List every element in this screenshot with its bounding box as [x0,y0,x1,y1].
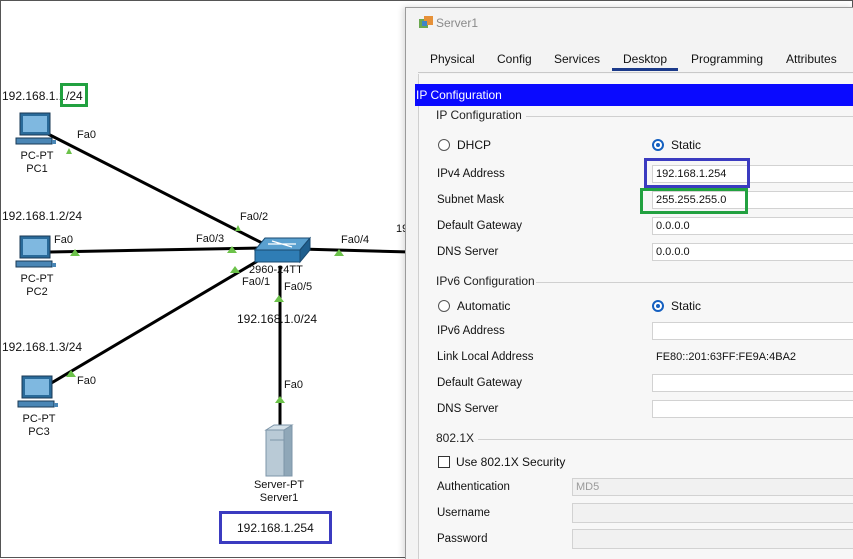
ipv4-address-highlight [644,158,750,188]
pc1-port-label: Fa0 [77,129,96,141]
tab-services[interactable]: Services [554,52,600,66]
dhcp-radio[interactable] [438,139,450,151]
link-pc1-switch [47,132,269,248]
ipv6-group-title: IPv6 Configuration [436,274,535,288]
use-dot1x-checkbox[interactable] [438,456,450,468]
password-input[interactable] [572,529,853,549]
server1-window: Server1 Physical Config Services Desktop… [405,7,853,559]
ipv6-address-label: IPv6 Address [437,325,505,337]
ipv4-static-radio[interactable] [652,139,664,151]
subnet-mask-highlight [640,188,748,214]
pc1-ip-prefix: 192.168.1.1 [2,89,66,103]
password-label: Password [437,533,488,545]
ipv4-gateway-label: Default Gateway [437,220,523,232]
dot1x-group-divider [478,439,853,440]
pc2-port-label: Fa0 [54,234,73,246]
link-up-marker [274,295,284,302]
switch-port-fa03: Fa0/3 [196,233,225,245]
link-local-address-label: Link Local Address [437,351,534,363]
tab-config[interactable]: Config [497,52,532,66]
server-label[interactable]: Server-PT Server1 [244,479,314,505]
server-type: Server-PT [253,479,305,491]
pc2-ip: 192.168.1.2/24 [2,209,83,223]
ipv4-dns-label: DNS Server [437,246,499,258]
switch-port-fa05: Fa0/5 [284,281,313,293]
pc2-icon [15,235,56,268]
ipv4-gateway-input[interactable]: 0.0.0.0 [652,217,853,235]
ipv6-automatic-label: Automatic [457,299,511,313]
server-port-label: Fa0 [284,379,303,391]
pc2-name: PC2 [26,286,48,298]
ipv4-address-label: IPv4 Address [437,168,505,180]
pc1-type: PC-PT [20,150,54,162]
link-pc3-switch [47,254,267,387]
link-switch-right [299,247,411,254]
pc3-ip: 192.168.1.3/24 [2,340,83,354]
dhcp-label: DHCP [457,138,492,152]
ipv6-group-divider [536,282,853,283]
link-up-marker [275,396,285,403]
link-up-marker [230,266,240,273]
pc1-name: PC1 [26,163,48,175]
tab-physical[interactable]: Physical [430,52,475,66]
switch-port-fa04: Fa0/4 [341,234,370,246]
ipv4-static-label: Static [671,138,702,152]
window-title: Server1 [436,16,479,30]
pc3-type: PC-PT [22,413,56,425]
username-label: Username [437,507,491,519]
server-ip: 192.168.1.254 [237,521,314,535]
pc2-type: PC-PT [20,273,54,285]
switch-port-fa02: Fa0/2 [240,211,269,223]
pc2-label[interactable]: PC-PT PC2 [14,273,60,299]
ipv4-dns-input[interactable]: 0.0.0.0 [652,243,853,261]
ipv6-static-radio[interactable] [652,300,664,312]
pc3-name: PC3 [28,426,50,438]
pc1-ip-suffix: /24 [66,89,83,103]
ip-config-header: IP Configuration [415,84,853,106]
use-dot1x-label: Use 802.1X Security [456,455,566,469]
ipv6-static-label: Static [671,299,702,313]
server-name: Server1 [259,492,299,504]
pc3-label[interactable]: PC-PT PC3 [16,413,62,439]
authentication-select[interactable]: MD5 [572,478,853,496]
tab-desktop[interactable]: Desktop [612,52,678,71]
ipv4-group-title: IP Configuration [436,108,522,122]
tab-programming[interactable]: Programming [691,52,763,66]
pc1-label[interactable]: PC-PT PC1 [14,150,60,176]
subnet-mask-label: Subnet Mask [437,194,505,206]
window-titlebar[interactable]: Server1 [406,8,853,38]
username-input[interactable] [572,503,853,523]
ipv6-gateway-label: Default Gateway [437,377,523,389]
link-local-address-value: FE80::201:63FF:FE9A:4BA2 [656,351,797,363]
pc3-icon [17,375,58,408]
link-up-marker [66,148,72,154]
switch-port-fa01: Fa0/1 [242,276,271,288]
pc1-icon [15,112,56,145]
ipv6-address-input[interactable] [652,322,853,340]
ipv6-dns-input[interactable] [652,400,853,418]
ipv6-dns-label: DNS Server [437,403,499,415]
tab-attributes[interactable]: Attributes [786,52,837,66]
ipv6-gateway-input[interactable] [652,374,853,392]
server-icon [264,424,294,477]
ipv6-automatic-radio[interactable] [438,300,450,312]
dot1x-group-title: 802.1X [436,431,475,445]
network-label: 192.168.1.0/24 [237,312,318,326]
ipv4-group-divider [526,116,853,117]
authentication-label: Authentication [437,481,510,493]
switch-icon [253,236,312,264]
pc3-port-label: Fa0 [77,375,96,387]
packet-tracer-icon [419,16,433,28]
tab-bar: Physical Config Services Desktop Program… [418,48,853,73]
